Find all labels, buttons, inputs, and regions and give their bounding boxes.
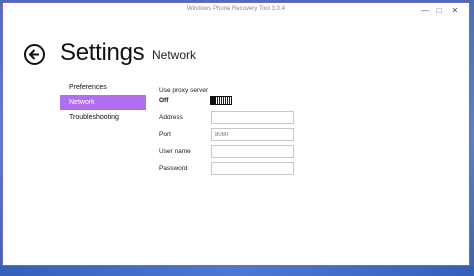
close-button[interactable]: ✕ [449, 5, 461, 17]
toggle-knob [210, 96, 216, 105]
app-window: Windows Phone Recovery Tool 3.0.4 — □ ✕ … [2, 2, 470, 266]
title-bar[interactable]: Windows Phone Recovery Tool 3.0.4 — □ ✕ [3, 3, 469, 21]
page-title: Settings [60, 39, 145, 66]
user-name-input[interactable] [211, 145, 294, 158]
user-name-label: User name [159, 148, 191, 155]
nav-item-preferences[interactable]: Preferences [60, 80, 146, 95]
proxy-label: Use proxy server [159, 87, 209, 94]
address-input[interactable] [211, 111, 294, 124]
port-label: Port [159, 131, 171, 138]
settings-nav: Preferences Network Troubleshooting [60, 80, 146, 125]
back-button[interactable] [24, 44, 45, 65]
desktop-background [0, 266, 474, 276]
port-input[interactable] [211, 128, 294, 141]
minimize-button[interactable]: — [419, 5, 431, 17]
password-label: Password [159, 165, 188, 172]
password-input[interactable] [211, 162, 294, 175]
page-subtitle: Network [152, 48, 197, 62]
nav-item-troubleshooting[interactable]: Troubleshooting [60, 110, 146, 125]
window-title: Windows Phone Recovery Tool 3.0.4 [187, 6, 285, 12]
proxy-toggle[interactable] [210, 96, 232, 105]
proxy-state: Off [159, 97, 169, 104]
address-label: Address [159, 114, 183, 121]
arrow-left-icon [28, 49, 39, 60]
maximize-button[interactable]: □ [433, 5, 445, 17]
nav-item-network[interactable]: Network [60, 95, 146, 110]
